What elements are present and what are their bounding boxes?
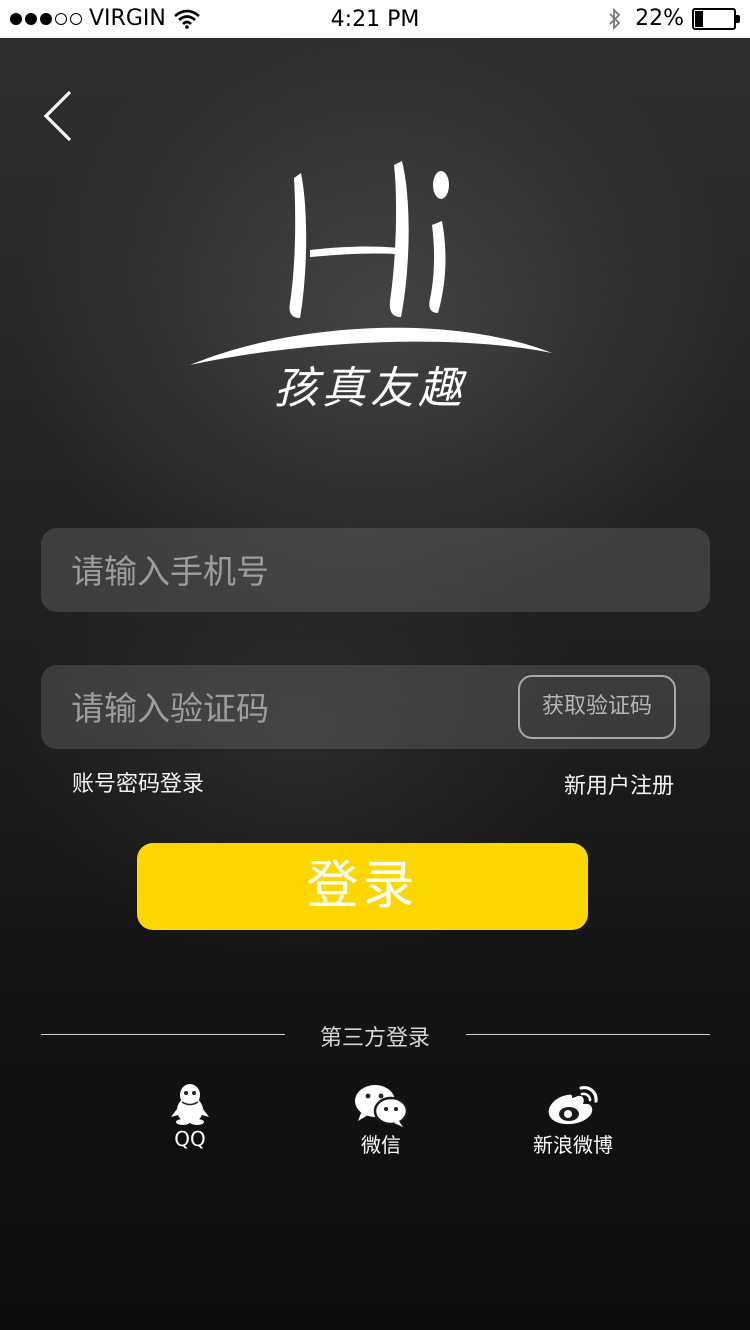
battery-icon [692,7,740,30]
qq-penguin-icon [171,1084,209,1125]
logo-stroke [310,246,408,257]
code-field: 获取验证码 [41,665,710,751]
third-party-title: 第三方登录 [319,1026,430,1051]
logo-tagline: 孩真友趣 [274,363,467,413]
wechat-label: 微信 [361,1133,401,1157]
battery-percent: 22% [635,6,684,31]
wechat-icon [355,1085,409,1127]
login-button[interactable]: 登录 [137,843,588,930]
weibo-login-button[interactable]: 新浪微博 [503,1083,643,1158]
qq-login-button[interactable]: QQ [120,1083,260,1151]
qq-label: QQ [174,1127,206,1151]
logo-stroke [389,161,409,317]
battery-tip [736,14,740,23]
status-bar: VIRGIN 4:21 PM 22% [0,0,750,38]
logo-swoosh [190,327,552,365]
login-screen: 孩真友趣 获取验证码 账号密码登录 新用户注册 登录 第三方登录 QQ [0,38,750,1330]
logo-stroke [289,173,307,318]
logo-stroke [429,221,446,313]
logo-dot [433,171,449,199]
wechat-login-button[interactable]: 微信 [311,1083,451,1158]
get-code-button[interactable]: 获取验证码 [518,675,676,739]
password-login-link[interactable]: 账号密码登录 [72,766,204,798]
divider-line-right [466,1034,710,1035]
phone-input[interactable] [69,528,513,614]
status-right: 22% [607,6,740,31]
register-link[interactable]: 新用户注册 [564,768,674,800]
verification-code-input[interactable] [69,665,513,751]
bluetooth-icon [609,7,621,30]
app-logo: 孩真友趣 [190,161,552,413]
phone-field [41,528,710,614]
chevron-left-icon[interactable] [38,88,78,144]
weibo-icon [548,1086,598,1125]
weibo-label: 新浪微博 [533,1133,613,1157]
battery-fill [695,10,703,27]
